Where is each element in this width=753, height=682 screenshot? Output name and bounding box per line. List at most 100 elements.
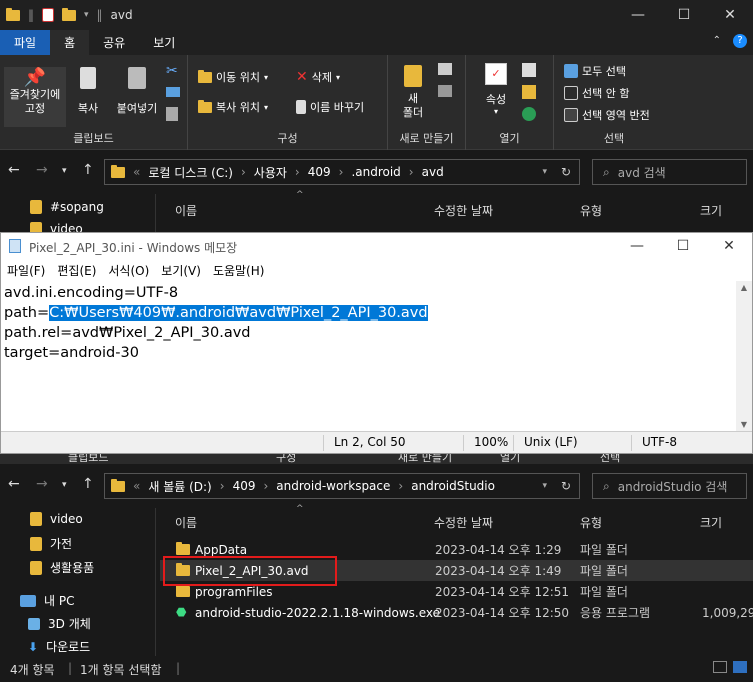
move-to-button[interactable]: 이동 위치 ▾ <box>198 67 268 87</box>
forward-icon[interactable]: → <box>36 162 48 178</box>
encoding: UTF-8 <box>631 435 677 451</box>
quick-access-dropdown-icon[interactable]: ▾ <box>84 10 89 20</box>
column-size[interactable]: 크기 <box>700 514 722 531</box>
pin-quick-access-button[interactable]: 📌 즐겨찾기에 고정 <box>4 67 66 127</box>
column-date[interactable]: 수정한 날짜 <box>434 514 493 531</box>
open-icon[interactable] <box>522 63 536 77</box>
selection-count: 1개 항목 선택함 <box>80 663 162 677</box>
properties-icon[interactable] <box>42 8 54 22</box>
select-label: 선택 <box>603 132 625 145</box>
invert-selection-button[interactable]: 선택 영역 반전 <box>564 105 650 125</box>
cut-icon[interactable]: ✂ <box>166 63 178 79</box>
back-icon[interactable]: ← <box>8 476 20 492</box>
minimize-button[interactable]: — <box>615 0 661 30</box>
column-type[interactable]: 유형 <box>580 514 602 531</box>
rename-button[interactable]: 이름 바꾸기 <box>296 97 364 117</box>
recent-dropdown-icon[interactable]: ▾ <box>62 166 67 176</box>
up-icon[interactable]: ↑ <box>82 162 94 178</box>
notepad-status-bar: Ln 2, Col 50 100% Unix (LF) UTF-8 <box>1 431 752 453</box>
history-icon[interactable] <box>522 107 536 121</box>
breadcrumb-item[interactable]: .android <box>351 165 400 179</box>
refresh-icon[interactable]: ↻ <box>561 165 571 179</box>
breadcrumb-item[interactable]: androidStudio <box>411 479 495 493</box>
maximize-button[interactable]: ☐ <box>660 233 706 259</box>
menu-format[interactable]: 서식(O) <box>108 262 149 279</box>
sidebar-item-3d-objects[interactable]: 3D 개체 <box>28 615 91 632</box>
sidebar-item-downloads[interactable]: ⬇ 다운로드 <box>28 638 90 655</box>
menu-view[interactable]: 보기(V) <box>161 262 201 279</box>
download-icon: ⬇ <box>28 639 39 654</box>
file-row[interactable]: ⬣ android-studio-2022.2.1.18-windows.exe… <box>160 602 753 623</box>
scroll-down-icon[interactable]: ▼ <box>736 420 752 429</box>
breadcrumb-item[interactable]: android-workspace <box>276 479 390 493</box>
copy-to-button[interactable]: 복사 위치 ▾ <box>198 97 268 117</box>
tab-view[interactable]: 보기 <box>139 30 189 55</box>
folder-icon <box>30 512 42 526</box>
notepad-text-area[interactable]: avd.ini.encoding=UTF-8 path=C:₩Users₩409₩… <box>4 283 428 363</box>
breadcrumb-item[interactable]: 409 <box>233 479 256 493</box>
up-icon[interactable]: ↑ <box>82 476 94 492</box>
breadcrumb-item[interactable]: avd <box>422 165 444 179</box>
highlight-annotation <box>163 556 337 586</box>
new-item-icon[interactable] <box>438 63 452 75</box>
menu-help[interactable]: 도움말(H) <box>213 262 265 279</box>
column-type[interactable]: 유형 <box>580 202 602 219</box>
address-bar[interactable]: « 로컬 디스크 (C:) › 사용자 › 409 › .android › avd ▾… <box>104 159 580 185</box>
dropdown-icon: ▾ <box>263 72 268 82</box>
close-button[interactable]: ✕ <box>707 0 753 30</box>
tab-share[interactable]: 공유 <box>89 30 139 55</box>
help-icon[interactable]: ? <box>733 34 747 48</box>
menu-file[interactable]: 파일(F) <box>7 262 45 279</box>
select-none-button[interactable]: 선택 안 함 <box>564 83 629 103</box>
explorer-content: video 가전 생활용품 내 PC 3D 개체 ⬇ 다운로드 ^ 이름 수정한… <box>0 504 753 656</box>
copy-path-icon[interactable] <box>166 87 180 97</box>
menu-edit[interactable]: 편집(E) <box>57 262 96 279</box>
refresh-icon[interactable]: ↻ <box>561 479 571 493</box>
vertical-scrollbar[interactable]: ▲ ▼ <box>736 281 752 431</box>
search-input[interactable]: ⌕ androidStudio 검색 <box>592 473 747 499</box>
new-folder-icon[interactable] <box>62 7 76 21</box>
column-size[interactable]: 크기 <box>700 202 722 219</box>
delete-button[interactable]: ✕ 삭제 ▾ <box>296 67 340 87</box>
forward-icon[interactable]: → <box>36 476 48 492</box>
sort-indicator-icon: ^ <box>296 190 304 200</box>
column-date[interactable]: 수정한 날짜 <box>434 202 493 219</box>
sidebar-item[interactable]: 가전 <box>30 535 72 552</box>
minimize-button[interactable]: — <box>614 233 660 259</box>
sidebar-item[interactable]: 생활용품 <box>30 559 94 576</box>
address-bar[interactable]: « 새 볼륨 (D:) › 409 › android-workspace › and… <box>104 473 580 499</box>
recent-dropdown-icon[interactable]: ▾ <box>62 480 67 490</box>
large-icons-view-icon[interactable] <box>733 661 747 673</box>
paste-button[interactable]: 붙여넣기 <box>110 67 164 116</box>
tab-home[interactable]: 홈 <box>50 30 90 55</box>
back-icon[interactable]: ← <box>8 162 20 178</box>
sidebar-item[interactable]: video <box>30 512 83 526</box>
status-bar: 4개 항목 | 1개 항목 선택함 | <box>0 656 753 682</box>
column-name[interactable]: 이름 <box>175 202 197 219</box>
address-dropdown-icon[interactable]: ▾ <box>542 481 547 491</box>
details-view-icon[interactable] <box>713 661 727 673</box>
maximize-button[interactable]: ☐ <box>661 0 707 30</box>
new-folder-button[interactable]: 새 폴더 <box>398 65 428 120</box>
breadcrumb-item[interactable]: 409 <box>308 165 331 179</box>
edit-icon[interactable] <box>522 85 536 99</box>
sidebar-item-this-pc[interactable]: 내 PC <box>20 592 74 609</box>
breadcrumb-item[interactable]: 사용자 <box>254 164 287 181</box>
easy-access-icon[interactable] <box>438 85 452 97</box>
close-button[interactable]: ✕ <box>706 233 752 259</box>
search-input[interactable]: ⌕ avd 검색 <box>592 159 747 185</box>
sidebar-item[interactable]: #sopang <box>30 200 104 214</box>
breadcrumb-item[interactable]: 로컬 디스크 (C:) <box>148 164 233 181</box>
select-all-button[interactable]: 모두 선택 <box>564 61 626 81</box>
breadcrumb-item[interactable]: 새 볼륨 (D:) <box>148 478 211 495</box>
tab-file[interactable]: 파일 <box>0 30 51 55</box>
paste-shortcut-icon[interactable] <box>166 107 178 121</box>
copy-button[interactable]: 복사 <box>70 67 106 116</box>
collapse-ribbon-icon[interactable]: ⌃ <box>713 35 721 46</box>
scroll-up-icon[interactable]: ▲ <box>736 283 752 292</box>
folder-icon <box>176 542 190 555</box>
column-name[interactable]: 이름 <box>175 514 197 531</box>
address-dropdown-icon[interactable]: ▾ <box>542 167 547 177</box>
new-group: 새 폴더 새로 만들기 <box>388 55 466 150</box>
properties-button[interactable]: ✓ 속성 ▾ <box>478 63 514 116</box>
